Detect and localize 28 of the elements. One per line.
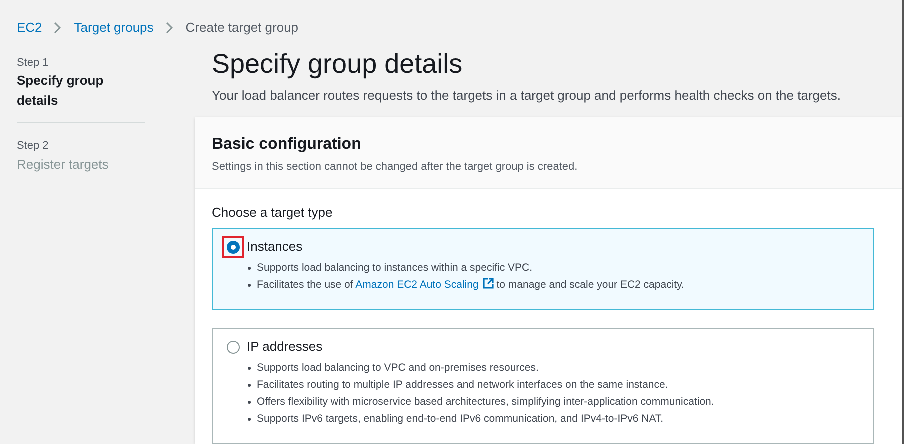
field-label: Choose a target type: [212, 204, 334, 222]
option-card[interactable]: Instances Supports load balancing to instances within a specific VPC. Facilitates the use of Amazon EC2 Auto Scaling to manage and scale your EC2 capacity.: [212, 228, 874, 310]
external-link-icon: [482, 278, 494, 289]
bullet-text: Supports IPv6 targets, enabling end-to-end IPv6 communication, and IPv4-to-IPv6 NAT.: [257, 412, 664, 427]
bullet-text: Supports load balancing to VPC and on-premises resources.: [257, 361, 539, 376]
option-label: Instances: [247, 238, 303, 256]
radio-button[interactable]: [226, 340, 240, 354]
step-title[interactable]: Register targets: [17, 154, 195, 174]
chevron-icon: [54, 22, 62, 34]
breadcrumb-link[interactable]: EC2: [17, 18, 42, 38]
bullet-text: Supports load balancing to instances within a specific VPC.: [257, 261, 532, 276]
option-card[interactable]: [212, 328, 874, 444]
breadcrumb-current: Create target group: [186, 19, 299, 37]
external-link[interactable]: Amazon EC2 Auto Scaling: [356, 279, 479, 291]
bullet-text: Facilitates routing to multiple IP addresses and network interfaces on the same instance.: [257, 378, 668, 393]
step-number: Step 2: [17, 139, 50, 154]
step-title[interactable]: Specify group details: [17, 71, 145, 110]
breadcrumb-link[interactable]: Target groups: [74, 18, 154, 38]
bullet-text: Offers flexibility with microservice based architectures, simplifying inter-application communication.: [257, 395, 714, 410]
chevron-icon: [166, 22, 174, 34]
card-subtitle: Settings in this section cannot be changed after the target group is created.: [212, 160, 579, 175]
page-title: Specify group details: [211, 48, 464, 81]
radio-button[interactable]: [226, 240, 240, 254]
bullet-text: Facilitates the use of Amazon EC2 Auto Scaling to manage and scale your EC2 capacity.: [257, 278, 684, 293]
card-title: Basic configuration: [212, 135, 362, 155]
page-description: Your load balancer routes requests to the targets in a target group and performs health checks on the targets.: [211, 86, 842, 105]
option-label: IP addresses: [247, 338, 323, 356]
step-number: Step 1: [17, 56, 50, 70]
